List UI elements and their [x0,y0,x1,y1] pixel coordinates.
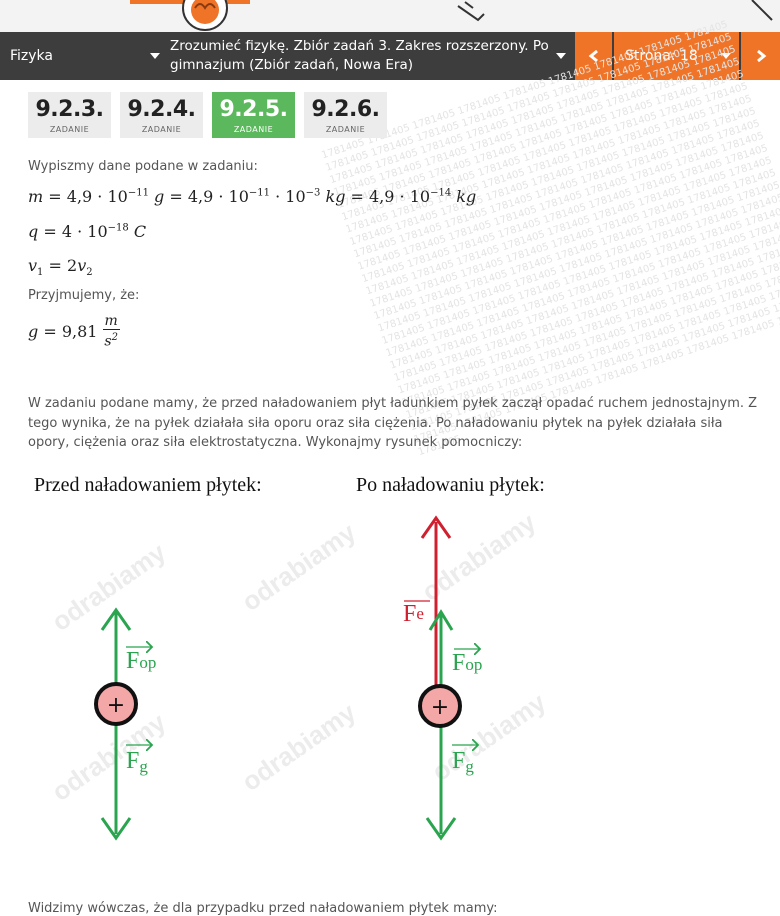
equation-mass: m = 4,9 · 10−11 g = 4,9 · 10−11 · 10−3 k… [28,187,477,206]
charge-sign: + [107,693,125,718]
task-selector: 9.2.3. ZADANIE 9.2.4. ZADANIE 9.2.5. ZAD… [28,92,387,138]
task-number: 9.2.5. [219,97,289,122]
charge-sign: + [431,695,449,720]
task-label: ZADANIE [141,125,182,134]
explanation-paragraph: W zadaniu podane mamy, że przed naładowa… [28,396,758,450]
equation-gravity: g = 9,81 m s2 [28,313,120,350]
svg-text:odrabiamy: odrabiamy [236,697,361,797]
book-dropdown[interactable]: Zrozumieć fizykę. Zbiór zadań 3. Zakres … [166,32,570,80]
bottom-text: Widzimy wówczas, że dla przypadku przed … [28,901,498,916]
chevron-down-icon [721,53,731,59]
label-f-e: Fe [403,601,424,627]
page-dropdown[interactable]: Strona: 18 [614,32,739,80]
equation-charge: q = 4 · 10−18 C [28,222,147,241]
task-label: ZADANIE [233,125,274,134]
label-f-op: Fop [452,650,482,676]
page-label: Strona: 18 [625,48,698,64]
top-banner [0,0,780,32]
force-diagram-svg: odrabiamy odrabiamy odrabiamy odrabiamy … [34,474,552,841]
chevron-down-icon [556,53,566,59]
svg-text:odrabiamy: odrabiamy [236,517,361,617]
task-tile-active[interactable]: 9.2.5. ZADANIE [212,92,295,138]
task-number: 9.2.3. [35,97,105,122]
navigation-bar: Fizyka Zrozumieć fizykę. Zbiór zadań 3. … [0,32,780,80]
task-tile[interactable]: 9.2.3. ZADANIE [28,92,111,138]
subject-label: Fizyka [10,48,53,64]
task-number: 9.2.4. [127,97,197,122]
banner-illustration [130,0,773,31]
assume-text: Przyjmujemy, że: [28,288,140,303]
task-label: ZADANIE [49,125,90,134]
force-diagram: odrabiamy odrabiamy odrabiamy odrabiamy … [0,462,780,902]
label-f-op: Fop [126,648,156,674]
label-f-g: Fg [126,748,148,776]
after-title: Po naładowaniu płytek: [356,474,545,496]
subject-dropdown[interactable]: Fizyka [0,32,162,80]
before-title: Przed naładowaniem płytek: [34,474,262,496]
task-number: 9.2.6. [311,97,381,122]
chevron-down-icon [150,53,160,59]
chevron-left-icon [588,49,598,63]
given-intro: Wypiszmy dane podane w zadaniu: [28,159,258,174]
task-label: ZADANIE [325,125,366,134]
book-title-line2: gimnazjum (Zbiór zadań, Nowa Era) [170,57,413,73]
next-page-button[interactable] [741,32,780,80]
task-tile[interactable]: 9.2.4. ZADANIE [120,92,203,138]
equation-velocity: v1 = 2v2 [28,256,93,279]
task-tile[interactable]: 9.2.6. ZADANIE [304,92,387,138]
prev-page-button[interactable] [575,32,612,80]
chevron-right-icon [756,49,766,63]
book-title-line1: Zrozumieć fizykę. Zbiór zadań 3. Zakres … [170,38,549,54]
